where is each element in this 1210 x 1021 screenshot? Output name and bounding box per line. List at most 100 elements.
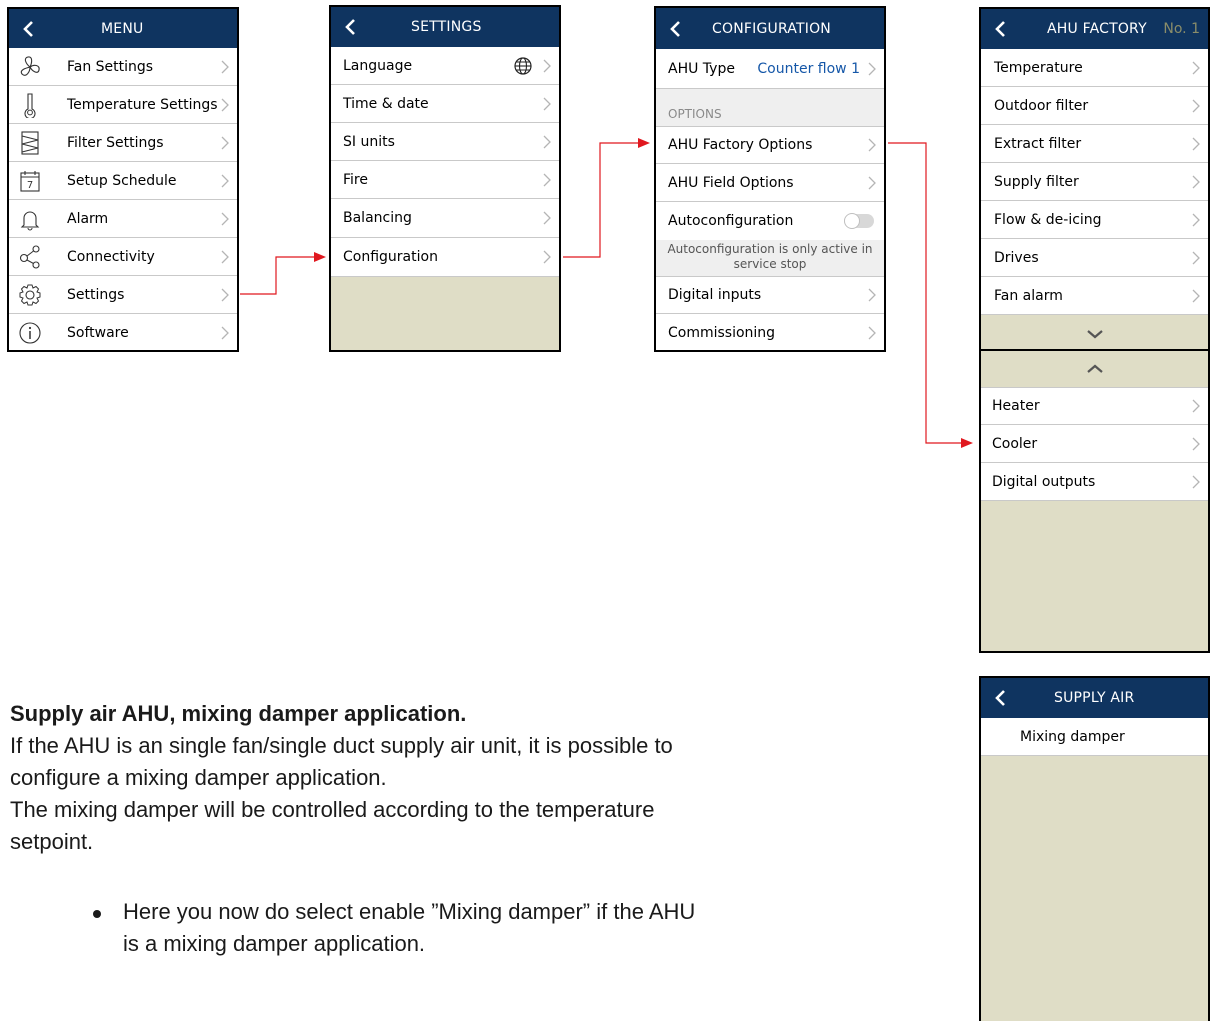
share-icon <box>17 238 43 275</box>
autoconfiguration-note-line-2: service stop <box>733 257 807 271</box>
ahu-factory-item[interactable]: Flow & de-icing <box>981 201 1208 239</box>
chevron-right-icon <box>868 127 876 163</box>
settings-item-fire[interactable]: Fire <box>331 161 559 199</box>
menu-item-software[interactable]: Software <box>9 314 237 350</box>
back-icon[interactable] <box>993 9 1007 49</box>
scroll-up-button[interactable] <box>981 351 1208 387</box>
bullet-dot <box>93 910 101 918</box>
ahu-factory-item-label: Supply filter <box>994 173 1079 190</box>
options-section: OPTIONS <box>656 89 884 126</box>
chevron-right-icon <box>1192 163 1200 200</box>
chevron-right-icon <box>221 48 229 85</box>
ahu-factory-item[interactable]: Drives <box>981 239 1208 277</box>
menu-item-connectivity[interactable]: Connectivity <box>9 238 237 276</box>
arrowhead-icon <box>314 252 326 262</box>
description-heading: Supply air AHU, mixing damper applicatio… <box>10 701 467 726</box>
chevron-right-icon <box>543 238 551 276</box>
settings-item-time-date[interactable]: Time & date <box>331 85 559 123</box>
supply-air-title: SUPPLY AIR <box>1054 690 1135 706</box>
menu-item-settings[interactable]: Settings <box>9 276 237 314</box>
calendar-icon: 7 <box>17 162 43 199</box>
configuration-panel: CONFIGURATION AHU Type Counter flow 1 OP… <box>654 6 886 352</box>
chevron-right-icon <box>1192 388 1200 424</box>
chevron-right-icon <box>1192 125 1200 162</box>
commissioning-label: Commissioning <box>668 325 776 341</box>
chevron-right-icon <box>221 162 229 199</box>
commissioning-row[interactable]: Commissioning <box>656 314 884 352</box>
info-icon <box>17 314 43 350</box>
arrow-settings-to-configuration <box>563 142 640 258</box>
menu-panel: MENU Fan Settings Temperature Settings F… <box>7 7 239 352</box>
back-icon[interactable] <box>668 8 682 49</box>
settings-item-si-units[interactable]: SI units <box>331 123 559 161</box>
chevron-right-icon <box>543 85 551 122</box>
supply-air-panel: SUPPLY AIR Mixing damper <box>979 676 1210 1021</box>
settings-item-label: SI units <box>343 133 395 150</box>
back-icon[interactable] <box>993 678 1007 718</box>
back-icon[interactable] <box>21 9 35 48</box>
arrow-menu-to-settings <box>240 256 316 295</box>
settings-item-balancing[interactable]: Balancing <box>331 199 559 238</box>
chevron-right-icon <box>1192 49 1200 86</box>
mixing-damper-row[interactable]: Mixing damper <box>981 718 1208 756</box>
autoconfiguration-note-line-1: Autoconfiguration is only active in <box>667 242 873 256</box>
menu-item-label: Software <box>67 325 129 341</box>
ahu-factory-header: AHU FACTORY No. 1 <box>981 9 1208 49</box>
autoconfiguration-toggle[interactable] <box>844 213 874 229</box>
ahu-factory-item[interactable]: Digital outputs <box>981 463 1208 501</box>
ahu-factory-item[interactable]: Outdoor filter <box>981 87 1208 125</box>
ahu-factory-item-label: Outdoor filter <box>994 97 1089 114</box>
chevron-right-icon <box>543 161 551 198</box>
arrowhead-icon <box>638 138 650 148</box>
supply-air-header: SUPPLY AIR <box>981 678 1208 718</box>
settings-header: SETTINGS <box>331 7 559 47</box>
chevron-right-icon <box>868 164 876 201</box>
menu-item-filter-settings[interactable]: Filter Settings <box>9 124 237 162</box>
ahu-field-options-row[interactable]: AHU Field Options <box>656 164 884 202</box>
ahu-factory-item[interactable]: Fan alarm <box>981 277 1208 315</box>
settings-item-label: Language <box>343 57 413 74</box>
ahu-factory-panel: AHU FACTORY No. 1 Temperature Outdoor fi… <box>979 7 1210 352</box>
chevron-right-icon <box>1192 201 1200 238</box>
menu-item-alarm[interactable]: Alarm <box>9 200 237 238</box>
toggle-knob <box>844 213 860 229</box>
chevron-right-icon <box>1192 277 1200 314</box>
settings-item-configuration[interactable]: Configuration <box>331 238 559 277</box>
menu-item-setup-schedule[interactable]: 7 Setup Schedule <box>9 162 237 200</box>
menu-title: MENU <box>101 20 144 37</box>
back-icon[interactable] <box>343 7 357 47</box>
autoconfiguration-row: Autoconfiguration <box>656 202 884 240</box>
fan-icon <box>17 48 43 85</box>
menu-item-label: Fan Settings <box>67 58 154 75</box>
bullet-line: Here you now do select enable ”Mixing da… <box>123 899 696 924</box>
digital-inputs-row[interactable]: Digital inputs <box>656 276 884 314</box>
ahu-factory-item-label: Digital outputs <box>992 473 1096 490</box>
autoconfiguration-note: Autoconfiguration is only active in serv… <box>656 240 884 276</box>
filter-icon <box>17 124 43 161</box>
menu-item-temperature-settings[interactable]: Temperature Settings <box>9 86 237 124</box>
menu-header: MENU <box>9 9 237 48</box>
menu-item-fan-settings[interactable]: Fan Settings <box>9 48 237 86</box>
ahu-factory-item-label: Temperature <box>994 59 1083 76</box>
scroll-down-button[interactable] <box>981 315 1208 350</box>
ahu-factory-item[interactable]: Heater <box>981 387 1208 425</box>
ahu-factory-item[interactable]: Temperature <box>981 49 1208 87</box>
chevron-right-icon <box>543 199 551 237</box>
settings-item-language[interactable]: Language <box>331 47 559 85</box>
ahu-factory-item-label: Fan alarm <box>994 287 1063 304</box>
chevron-right-icon <box>543 47 551 84</box>
ahu-factory-item-cooler[interactable]: Cooler <box>981 425 1208 463</box>
ahu-factory-item[interactable]: Extract filter <box>981 125 1208 163</box>
settings-item-label: Balancing <box>343 210 412 226</box>
ahu-factory-item[interactable]: Supply filter <box>981 163 1208 201</box>
settings-item-label: Fire <box>343 171 368 188</box>
ahu-type-row[interactable]: AHU Type Counter flow 1 <box>656 49 884 89</box>
menu-item-label: Settings <box>67 286 125 303</box>
chevron-right-icon <box>1192 239 1200 276</box>
chevron-right-icon <box>868 314 876 352</box>
ahu-factory-item-label: Heater <box>992 398 1040 414</box>
ahu-factory-title: AHU FACTORY <box>1047 21 1147 37</box>
ahu-factory-options-row[interactable]: AHU Factory Options <box>656 126 884 164</box>
menu-item-label: Connectivity <box>67 248 155 265</box>
menu-item-label: Setup Schedule <box>67 172 177 189</box>
